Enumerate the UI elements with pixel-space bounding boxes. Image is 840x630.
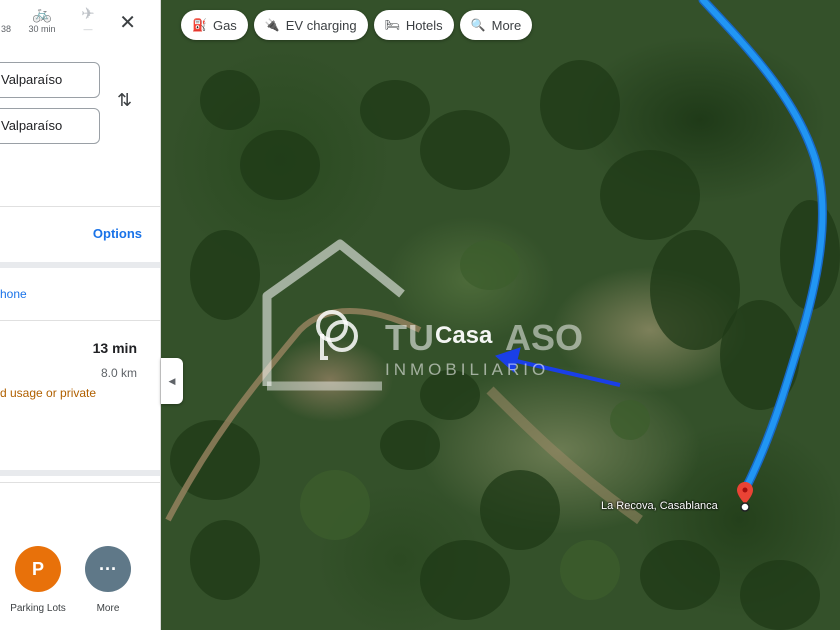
mode-driving[interactable]: 38 [0, 6, 18, 34]
airplane-icon: ✈ [81, 6, 95, 23]
route-line [698, 0, 827, 495]
hotel-icon: 🛏 [384, 18, 400, 32]
destination-pin-icon [737, 482, 753, 512]
travel-modes: 38 🚲 30 min ✈ — [0, 6, 160, 50]
watermark-casa: Casa [435, 322, 493, 349]
gas-icon: ⛽ [192, 18, 207, 32]
directions-panel: 38 🚲 30 min ✈ — ✕ Valparaíso Valparaíso … [0, 0, 161, 630]
close-icon[interactable]: ✕ [119, 10, 136, 35]
send-to-phone-link[interactable]: hone [0, 287, 27, 301]
route-warning: d usage or private [0, 386, 97, 400]
more-label: More [96, 603, 120, 614]
chip-hotels[interactable]: 🛏 Hotels [373, 10, 454, 40]
chip-more[interactable]: 🔍 More [459, 10, 533, 40]
category-chips: ⛽ Gas 🔌 EV charging 🛏 Hotels 🔍 More [181, 10, 533, 40]
swap-icon[interactable]: ⇅ [117, 90, 132, 111]
watermark-aso: ASO [505, 317, 584, 358]
chip-gas[interactable]: ⛽ Gas [181, 10, 248, 40]
mode-flight[interactable]: ✈ — [76, 6, 100, 34]
destination-input[interactable]: Valparaíso [0, 108, 100, 144]
route-distance: 8.0 km [100, 366, 137, 380]
parking-icon[interactable]: P [15, 546, 61, 592]
route-duration[interactable]: 13 min [93, 340, 137, 356]
chip-ev-charging[interactable]: 🔌 EV charging [253, 10, 368, 40]
divider [0, 320, 160, 321]
bicycle-icon: 🚲 [32, 6, 52, 23]
parking-label: Parking Lots [10, 603, 66, 614]
divider [0, 206, 160, 207]
search-icon: 🔍 [470, 18, 486, 32]
watermark-subtitle: INMOBILIARIO [385, 360, 550, 379]
destination-label[interactable]: La Recova, Casablanca [601, 500, 718, 512]
section-band [0, 262, 160, 268]
section-band [0, 470, 160, 476]
collapse-panel-button[interactable]: ◀ [161, 358, 183, 404]
origin-input[interactable]: Valparaíso [0, 62, 100, 98]
options-button[interactable]: Options [93, 226, 142, 241]
car-icon [0, 6, 18, 24]
mode-cycling[interactable]: 🚲 30 min [22, 6, 62, 34]
watermark-tu: TU [385, 317, 435, 358]
more-icon[interactable]: ··· [85, 546, 131, 592]
ev-charging-icon: 🔌 [264, 18, 280, 32]
divider [0, 482, 160, 483]
